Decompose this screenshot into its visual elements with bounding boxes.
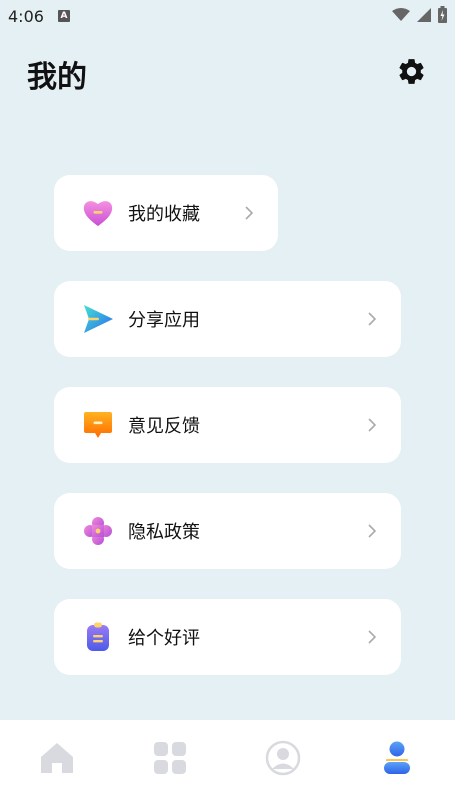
menu-item-favorites[interactable]: 我的收藏 (54, 175, 278, 251)
home-icon[interactable] (39, 740, 75, 776)
menu-item-privacy[interactable]: 隐私政策 (54, 493, 401, 569)
battery-icon (438, 6, 447, 23)
chevron-right-icon (245, 206, 254, 220)
menu-item-label: 意见反馈 (128, 416, 200, 437)
profile-circle-icon[interactable] (265, 740, 301, 776)
clipboard-icon (87, 622, 109, 651)
menu-item-label: 我的收藏 (128, 204, 200, 225)
user-icon[interactable] (379, 740, 415, 776)
notification-a-icon: A (57, 10, 70, 22)
gear-icon[interactable] (396, 56, 427, 87)
bottom-nav (0, 720, 455, 808)
menu-item-label: 分享应用 (128, 310, 200, 331)
chevron-right-icon (368, 312, 377, 326)
feedback-icon (84, 412, 112, 438)
menu-item-feedback[interactable]: 意见反馈 (54, 387, 401, 463)
status-bar: 4:06 A (0, 0, 455, 32)
page-title: 我的 (27, 60, 87, 95)
menu-item-share[interactable]: 分享应用 (54, 281, 401, 357)
wifi-icon (392, 7, 410, 21)
menu-item-rate[interactable]: 给个好评 (54, 599, 401, 675)
flower-icon (84, 517, 112, 545)
chevron-right-icon (368, 524, 377, 538)
status-icons (392, 6, 447, 23)
signal-icon (417, 7, 431, 22)
menu-item-label: 隐私政策 (128, 522, 200, 543)
menu-item-label: 给个好评 (128, 628, 200, 649)
chevron-right-icon (368, 418, 377, 432)
chevron-right-icon (368, 630, 377, 644)
send-icon (84, 305, 113, 333)
heart-icon (83, 201, 113, 226)
grid-icon[interactable] (152, 740, 188, 776)
status-time: 4:06 (8, 6, 44, 26)
